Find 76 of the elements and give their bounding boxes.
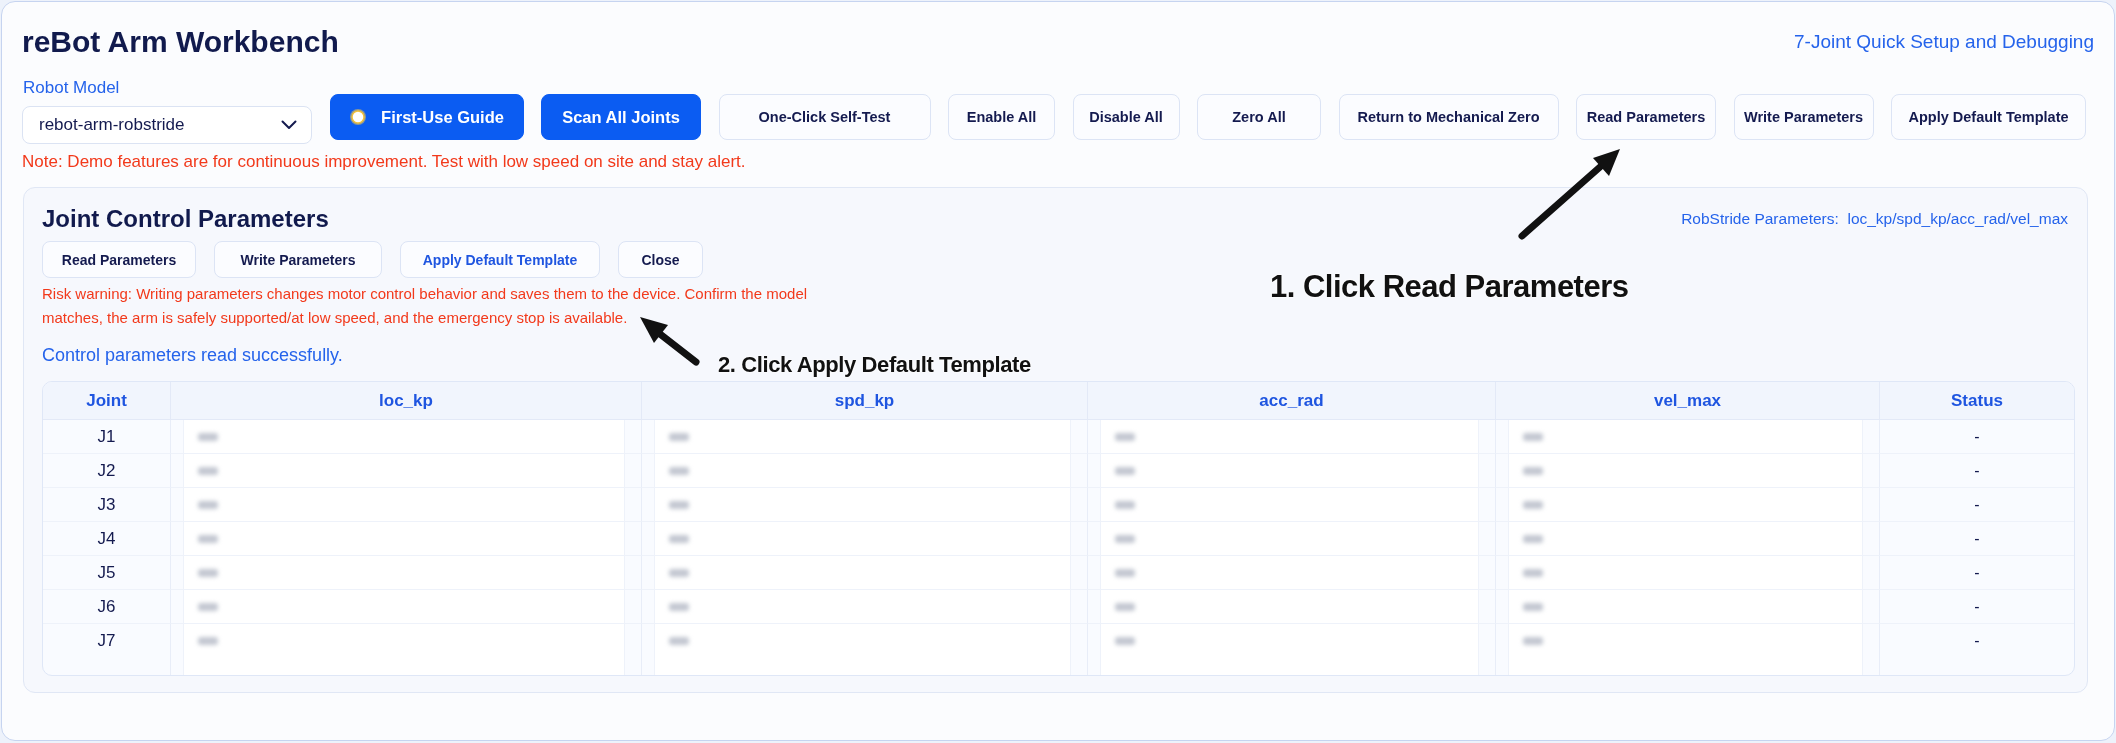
- value-field[interactable]: [654, 488, 1071, 521]
- value-field[interactable]: [183, 624, 625, 675]
- table-cell: -: [1880, 454, 2074, 488]
- demo-note: Note: Demo features are for continuous improvement. Test with low speed on site and stay alert.: [22, 151, 746, 173]
- table-cell: -: [1880, 556, 2074, 590]
- apply-template-button[interactable]: Apply Default Template: [400, 241, 600, 278]
- zero-all-button[interactable]: Zero All: [1197, 94, 1321, 140]
- value-field[interactable]: [654, 522, 1071, 555]
- table-cell: -: [1880, 420, 2074, 454]
- read-parameters-button[interactable]: Read Parameters: [1576, 94, 1716, 140]
- value-field[interactable]: [654, 420, 1071, 453]
- value-field[interactable]: [1100, 454, 1479, 487]
- value-field[interactable]: [1508, 420, 1863, 453]
- chevron-down-icon: [281, 120, 297, 130]
- annotation-arrow: [640, 317, 700, 366]
- table-cell: -: [1880, 590, 2074, 624]
- value-field[interactable]: [183, 522, 625, 555]
- value-field[interactable]: [183, 590, 625, 623]
- value-field[interactable]: [654, 590, 1071, 623]
- table-cell: J6: [43, 590, 171, 624]
- app-subtitle: 7-Joint Quick Setup and Debugging: [1794, 30, 2094, 54]
- read-parameters-button[interactable]: Read Parameters: [42, 241, 196, 278]
- table-cell: J5: [43, 556, 171, 590]
- value-field[interactable]: [183, 454, 625, 487]
- value-field[interactable]: [1100, 522, 1479, 555]
- table-cell: J3: [43, 488, 171, 522]
- self-test-button[interactable]: One-Click Self-Test: [718, 94, 931, 140]
- column-header: acc_rad: [1088, 382, 1496, 420]
- column-header: Status: [1880, 382, 2074, 420]
- parameters-hint: RobStride Parameters: loc_kp/spd_kp/acc_rad/vel_max: [1681, 210, 2068, 228]
- value-field[interactable]: [654, 556, 1071, 589]
- value-field[interactable]: [1100, 590, 1479, 623]
- value-field[interactable]: [183, 488, 625, 521]
- table-cell: J7: [43, 624, 171, 675]
- write-parameters-button[interactable]: Write Parameters: [1733, 94, 1874, 140]
- table-cell: -: [1880, 488, 2074, 522]
- enable-all-button[interactable]: Enable All: [948, 94, 1055, 140]
- value-field[interactable]: [1100, 556, 1479, 589]
- status-message: Control parameters read successfully.: [42, 344, 343, 367]
- table-cell: J4: [43, 522, 171, 556]
- mechanical-zero-button[interactable]: Return to Mechanical Zero: [1338, 94, 1559, 140]
- value-field[interactable]: [1508, 488, 1863, 521]
- table-cell: J2: [43, 454, 171, 488]
- value-field[interactable]: [1100, 488, 1479, 521]
- radio-icon: [349, 108, 368, 126]
- value-field[interactable]: [183, 420, 625, 453]
- value-field[interactable]: [1508, 624, 1863, 675]
- robot-model-select[interactable]: rebot-arm-robstride: [22, 106, 312, 144]
- value-field[interactable]: [1100, 624, 1479, 675]
- write-parameters-button[interactable]: Write Parameters: [214, 241, 382, 278]
- guide-button[interactable]: First-Use Guide: [329, 94, 524, 140]
- value-field[interactable]: [1508, 454, 1863, 487]
- table-cell: J1: [43, 420, 171, 454]
- value-field[interactable]: [1508, 556, 1863, 589]
- robot-model-label: Robot Model: [22, 78, 120, 98]
- apply-template-button[interactable]: Apply Default Template: [1891, 94, 2086, 140]
- value-field[interactable]: [654, 454, 1071, 487]
- value-field[interactable]: [1508, 590, 1863, 623]
- column-header: vel_max: [1496, 382, 1880, 420]
- value-field[interactable]: [183, 556, 625, 589]
- scan-joints-button[interactable]: Scan All Joints: [541, 94, 701, 140]
- value-field[interactable]: [654, 624, 1071, 675]
- annotation-text: 1. Click Read Parameters: [1270, 268, 1629, 306]
- column-header: spd_kp: [642, 382, 1088, 420]
- close-button[interactable]: Close: [618, 241, 703, 278]
- column-header: loc_kp: [171, 382, 642, 420]
- risk-warning: Risk warning: Writing parameters changes motor control behavior and saves them to the device. Confirm the model matches, the arm is safely supported/at low speed, and the emergency stop is available.: [42, 284, 809, 328]
- annotation-text: 2. Click Apply Default Template: [718, 351, 1031, 379]
- disable-all-button[interactable]: Disable All: [1072, 94, 1180, 140]
- value-field[interactable]: [1100, 420, 1479, 453]
- column-header: Joint: [43, 382, 171, 420]
- value-field[interactable]: [1508, 522, 1863, 555]
- table-cell: -: [1880, 522, 2074, 556]
- table-cell-text: -: [1973, 631, 1981, 651]
- app-title: reBot Arm Workbench: [22, 24, 339, 60]
- panel-title: Joint Control Parameters: [42, 204, 329, 234]
